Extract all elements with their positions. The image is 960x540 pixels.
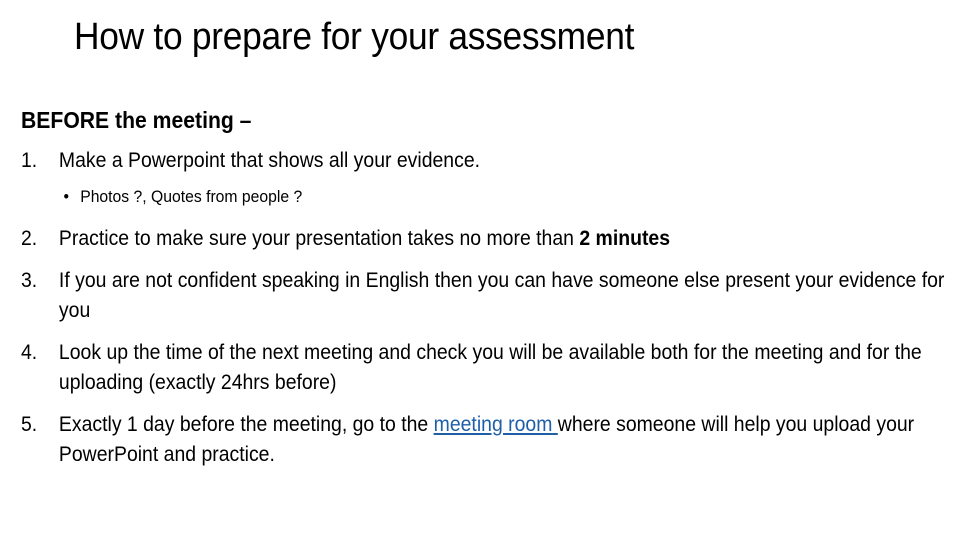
item-text: Look up the time of the next meeting and… [58,341,922,394]
section-heading: BEFORE the meeting – [21,107,252,133]
sub-item-text: Photos ?, Quotes from people ? [80,187,303,206]
slide-content: BEFORE the meeting – 1. Make a Powerpoin… [21,104,944,482]
item-text: Practice to make sure your presentation … [58,227,580,250]
list-item-5: 5. Exactly 1 day before the meeting, go … [21,410,947,470]
list-item-2: 2. Practice to make sure your presentati… [21,224,960,254]
item-emphasis: 2 minutes [579,227,671,250]
list-item-1: 1. Make a Powerpoint that shows all your… [21,146,960,176]
slide-title: How to prepare for your assessment [74,16,635,58]
bullet-icon: • [63,187,70,206]
slide: How to prepare for your assessment BEFOR… [0,0,960,540]
item-number: 3. [21,269,38,292]
meeting-room-link[interactable]: meeting room [434,413,558,436]
item-number: 5. [21,413,38,436]
item-number: 2. [21,227,38,250]
item-number: 1. [21,149,38,172]
item-number: 4. [21,341,38,364]
item-text: Exactly 1 day before the meeting, go to … [58,413,434,436]
item-text: Make a Powerpoint that shows all your ev… [58,149,481,172]
item-text: If you are not confident speaking in Eng… [58,269,945,322]
list-item-3: 3. If you are not confident speaking in … [21,266,947,326]
list-item-4: 4. Look up the time of the next meeting … [21,338,947,398]
sub-list-item: • Photos ?, Quotes from people ? [21,184,872,210]
